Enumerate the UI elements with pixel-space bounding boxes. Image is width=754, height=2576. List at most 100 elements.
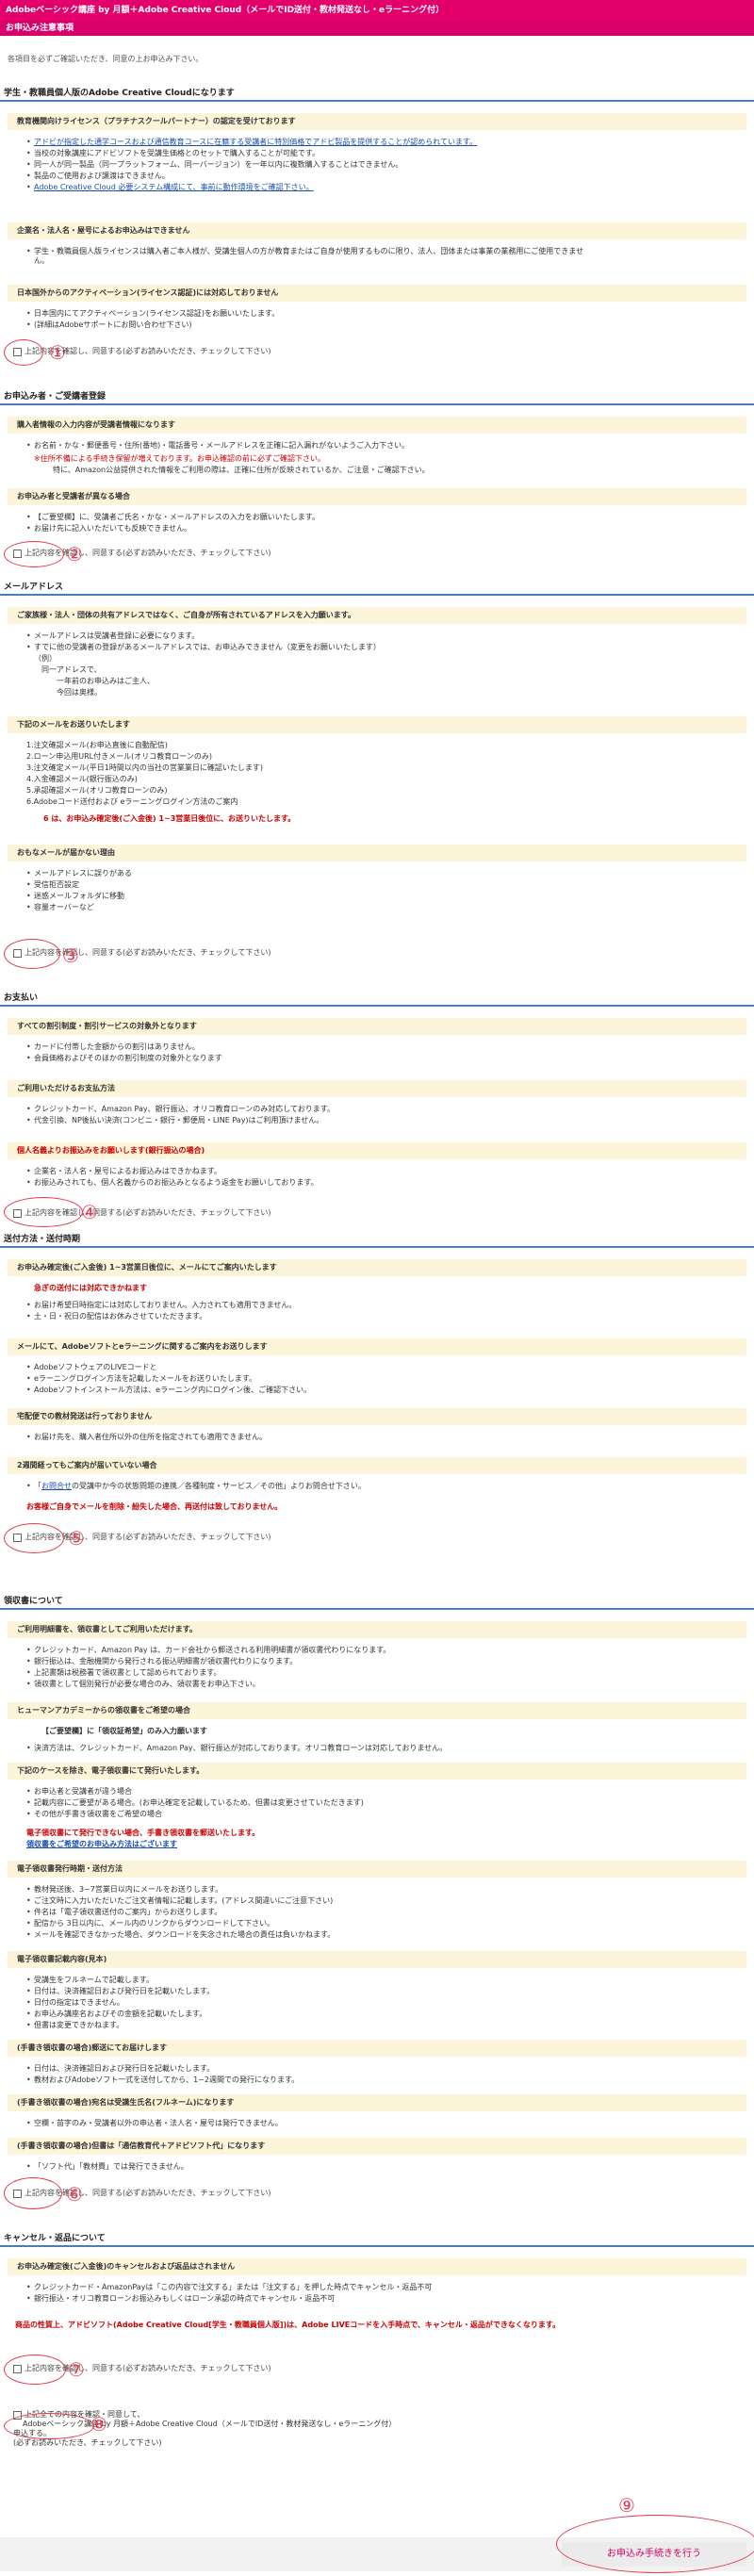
agree-label[interactable]: 上記内容を確認し、同意する(必ずお読みいただき、チェックして下さい) (25, 1208, 270, 1218)
subheading-delivery-timing: お申込み確定後(ご入金後) 1~3営業日後位に、メールにてご案内いたします (8, 1259, 746, 1276)
list-item: Adobeソフトインストール方法は、eラーニング内にログイン後、ご確認下さい。 (26, 1386, 311, 1395)
subheading-no-discount: すべての割引制度・割引サービスの対象外となります (8, 1018, 746, 1035)
annotation-number: ⑦ (68, 2358, 85, 2381)
activation-list: 日本国内にてアクティベーション(ライセンス認証)をお願いいたします。 (詳細はA… (26, 309, 279, 332)
payment-methods-list: クレジットカード、Amazon Pay、銀行振込、オリコ教育ローンのみ対応してお… (26, 1105, 335, 1127)
list-item[interactable]: Adobe Creative Cloud 必要システム構成にて、事前に動作環境を… (26, 183, 477, 192)
list-item: お振込みされても、個人名義からのお振込みとなるよう返金をお願いしております。 (26, 1178, 319, 1188)
list-item: お届け先に記入いただいても反映できません。 (26, 524, 320, 533)
submit-application-button[interactable]: お申込み手続きを行う (562, 2542, 746, 2567)
contact-link[interactable]: お問合せ (41, 1482, 72, 1490)
subheading-handwritten-proviso: (手書き領収書の場合)但書は「通信教育代＋アドビソフト代」になります (8, 2138, 746, 2155)
section-title-license: 学生・教職員個人版のAdobe Creative Cloudになります (0, 85, 754, 102)
receipt-request-list: 決済方法は、クレジットカード、Amazon Pay、銀行振込が対応しております。… (26, 1744, 447, 1755)
list-item: 領収書として個別発行が必要な場合のみ、領収書をお申込下さい。 (26, 1680, 390, 1689)
annotation-number: ① (49, 341, 66, 364)
list-item: 5.承認確認メール(オリコ教育ローンのみ) (26, 786, 168, 795)
final-agree-hint: (必ずお読みいただき、チェックして下さい) (13, 2438, 162, 2447)
agree-row-2[interactable]: 上記内容を確認し、同意する(必ずお読みいただき、チェックして下さい) (13, 549, 270, 558)
subheading-handwritten-name: (手書き領収書の場合)宛名は受講生氏名(フルネーム)になります (8, 2094, 746, 2111)
subheading-activation: 日本国外からのアクティベーション(ライセンス認証)には対応しておりません (8, 285, 746, 302)
undelivered-list: メールアドレスに誤りがある 受信拒否設定 迷惑メールフォルダに移動 容量オーバー… (26, 869, 132, 914)
list-item[interactable]: アドビが指定した通学コースおよび通信教育コースに在籍する受講者に特別価格でアドビ… (26, 138, 477, 147)
agree-label[interactable]: 上記内容を確認し、同意する(必ずお読みいただき、チェックして下さい) (25, 549, 270, 558)
list-item: 上記書類は税務署で領収書として認められております。 (26, 1668, 390, 1678)
list-item: クレジットカード、Amazon Pay、銀行振込、オリコ教育ローンのみ対応してお… (26, 1105, 335, 1114)
no-shipping-list: お届け先を、購入者住所以外の住所を指定されても適用できません。 (26, 1433, 267, 1444)
agree-label[interactable]: 上記内容を確認し、同意する(必ずお読みいただき、チェックして下さい) (25, 2364, 270, 2373)
mails-sent-list: 1.注文確認メール(お申込直後に自動配信) 2.ローン申込用URL付きメール(オ… (26, 741, 263, 809)
section-title-registration: お申込み者・ご受講者登録 (0, 388, 754, 405)
annotation-number: ④ (81, 1201, 98, 1223)
agree-label[interactable]: 上記内容を確認し、同意する(必ずお読みいただき、チェックして下さい) (25, 1533, 270, 1542)
list-item: お届け先を、購入者住所以外の住所を指定されても適用できません。 (26, 1433, 267, 1442)
agree-row-6[interactable]: 上記内容を確認し、同意する(必ずお読みいただき、チェックして下さい) (13, 2189, 270, 2198)
list-item: 容量オーバーなど (26, 903, 132, 912)
example-line: 今回は奥様。 (57, 688, 102, 697)
final-agree-apply: 申込する。 (13, 2429, 51, 2437)
receipt-order-link[interactable]: 領収書をご希望のお申込み方法はございます (26, 1840, 177, 1849)
e-receipt-cases-list: お申込者と受講者が違う場合 記載内容にご要望がある場合。(お申込確定を記載してい… (26, 1787, 364, 1821)
list-item: 日付の指定はできません。 (26, 1998, 214, 2008)
final-agree-block[interactable]: 上記全ての内容を確認・同意して、 Adobeベーシック講座 by 月額＋Adob… (13, 2410, 396, 2448)
agree-checkbox-3[interactable] (13, 948, 22, 958)
no-discount-list: カードに付帯した金額からの割引はありません。 会員価格およびそのほかの割引制度の… (26, 1042, 222, 1065)
example-label: （例） (34, 654, 57, 663)
list-item: 迷惑メールフォルダに移動 (26, 892, 132, 901)
agree-row-7[interactable]: 上記内容を確認し、同意する(必ずお読みいただき、チェックして下さい) (13, 2364, 270, 2373)
agree-checkbox-7[interactable] (13, 2364, 22, 2373)
subheading-statement-as-receipt: ご利用明細書を、領収書としてご利用いただけます。 (8, 1621, 746, 1638)
adobe-no-refund-note: 商品の性質上、アドビソフト(Adobe Creative Cloud[学生・教職… (15, 2321, 561, 2329)
annotation-number: ⑤ (68, 1527, 85, 1550)
subheading-e-receipt-sample: 電子領収書記載内容(見本) (8, 1951, 746, 1968)
page-header: Adobeベーシック講座 by 月額＋Adobe Creative Cloud（… (0, 0, 754, 21)
agree-checkbox-1[interactable] (13, 347, 22, 356)
intro-text: 各項目を必ずご確認いただき、同意の上お申込み下さい。 (8, 55, 204, 63)
final-agree-checkbox[interactable] (13, 2410, 22, 2420)
agree-checkbox-5[interactable] (13, 1533, 22, 1542)
handwritten-name-list: 空欄・苗字のみ・受講者以外の申込者・法人名・屋号は発行できません。 (26, 2119, 283, 2130)
no-resend-note: お客様ご自身でメールを削除・紛失した場合、再送付は致しておりません。 (26, 1502, 283, 1511)
list-item: eラーニングログイン方法を記載したメールをお送りいたします。 (26, 1374, 311, 1384)
agree-checkbox-6[interactable] (13, 2189, 22, 2198)
list-item: 受信拒否設定 (26, 880, 132, 890)
subheading-no-corporate: 企業名・法人名・屋号によるお申込みはできません (8, 222, 746, 239)
statement-list: クレジットカード、Amazon Pay は、カード会社から郵送される利用明細書が… (26, 1646, 390, 1691)
address-warning: ※住所不備による手続き保留が増えております。お申込確認の前に必ずご確認下さい。 (34, 454, 326, 463)
list-item: 当校の対象講座にアドビソフトを受講生価格とのセットで購入することが可能です。 (26, 149, 477, 158)
subheading-not-received: 2週間経ってもご案内が届いていない場合 (8, 1457, 746, 1474)
agree-row-5[interactable]: 上記内容を確認し、同意する(必ずお読みいただき、チェックして下さい) (13, 1533, 270, 1542)
list-item: お名前・かな・郵便番号・住所(番地)・電話番号・メールアドレスを正確に記入漏れが… (26, 441, 409, 451)
e-receipt-timing-list: 教材発送後、3~7営業日以内にメールをお送りします。 ご注文時に入力いただいたご… (26, 1885, 335, 1942)
agree-row-3[interactable]: 上記内容を確認し、同意する(必ずお読みいただき、チェックして下さい) (13, 948, 270, 958)
mail-guide-list: AdobeソフトウェアのLIVEコードと eラーニングログイン方法を記載したメー… (26, 1363, 311, 1397)
example-line: 一年前のお申込みはご主人、 (57, 677, 155, 685)
list-item: 製品のご使用および譲渡はできません。 (26, 172, 477, 181)
list-item: 銀行振込は、金融機関から発行される振込明細書が領収書代わりになります。 (26, 1657, 390, 1666)
list-item: お届け希望日時指定には対応しておりません。入力されても適用できません。 (26, 1301, 296, 1310)
list-item: 教材およびAdobeソフト一式を送付してから、1~2週間での発行になります。 (26, 2076, 299, 2085)
personal-transfer-list: 企業名・法人名・屋号によるお振込みはできかねます。 お振込みされても、個人名義か… (26, 1167, 319, 1190)
agree-row-4[interactable]: 上記内容を確認し、同意する(必ずお読みいただき、チェックして下さい) (13, 1208, 270, 1218)
list-item: 空欄・苗字のみ・受講者以外の申込者・法人名・屋号は発行できません。 (26, 2119, 283, 2128)
agree-checkbox-4[interactable] (13, 1208, 22, 1218)
subheading-own-address: ご家族様・法人・団体の共有アドレスではなく、ご自身が所有されているアドレスを入力… (8, 607, 746, 624)
annotation-number: ⑧ (90, 2413, 107, 2436)
list-item: 件名は「電子領収書送付のご案内」からお送りします。 (26, 1908, 335, 1917)
final-agree-line[interactable]: 上記全ての内容を確認・同意して、 (25, 2410, 144, 2420)
subheading-buyer-info: 購入者情報の入力内容が受講者情報になります (8, 417, 746, 434)
list-item: 同一人が同一製品（同一プラットフォーム、同一バージョン）を一年以内に複数購入する… (26, 160, 477, 170)
buyer-info-list: お名前・かな・郵便番号・住所(番地)・電話番号・メールアドレスを正確に記入漏れが… (26, 441, 409, 452)
subheading-edu-license: 教育機関向けライセンス（プラチナスクールパートナー）の認定を受けております (8, 113, 746, 130)
agree-checkbox-2[interactable] (13, 549, 22, 558)
list-item: クレジットカード、Amazon Pay は、カード会社から郵送される利用明細書が… (26, 1646, 390, 1655)
agree-label[interactable]: 上記内容を確認し、同意する(必ずお読みいただき、チェックして下さい) (25, 2189, 270, 2198)
handwritten-mail-list: 日付は、決済確認日および発行日を記載いたします。 教材およびAdobeソフト一式… (26, 2064, 299, 2087)
annotation-number: ② (66, 543, 83, 566)
list-item: 【ご要望欄】に、受講者ご氏名・かな・メールアドレスの入力をお願いいたします。 (26, 513, 320, 522)
list-item: 学生・教職員個人版ライセンスは購入者ご本人様が、受講生個人の方が教育またはご自身… (26, 247, 592, 266)
handwritten-receipt-note: 電子領収書にて発行できない場合、手書き領収書を郵送いたします。 (26, 1829, 260, 1837)
subheading-undelivered: おもなメールが届かない理由 (8, 845, 746, 861)
list-item: 企業名・法人名・屋号によるお振込みはできかねます。 (26, 1167, 319, 1176)
list-item: 6.Adobeコード送付および eラーニングログイン方法のご案内 (26, 797, 238, 806)
